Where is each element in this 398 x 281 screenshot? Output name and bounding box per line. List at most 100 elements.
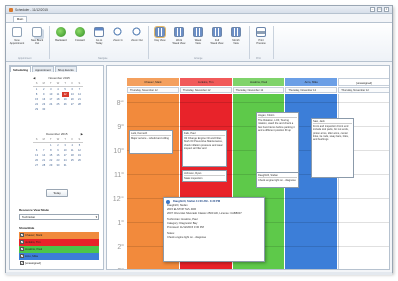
appointment-card[interactable]: Lark, Kenneth Major service - rebuild an… xyxy=(129,130,173,154)
resource-toggle[interactable]: ✓ Hoskins, Paul xyxy=(19,246,99,253)
resource-view-mode-label: Resource View Mode xyxy=(19,208,49,212)
appointment-card[interactable]: Faik, Paul Oil Change Engine Oil and Fil… xyxy=(182,130,227,167)
full-week-view-button[interactable]: Full Week View xyxy=(208,27,226,45)
today-button[interactable]: Today xyxy=(46,189,68,197)
full-week-view-icon xyxy=(212,27,222,37)
resource-toggle[interactable]: ✓ Jenkins, Tim xyxy=(19,239,99,246)
appointment-tooltip: Daughtrill, Stefan 11:00 AM - 3:30 PM Da… xyxy=(163,197,265,262)
resource-name: Chavez, Mark xyxy=(25,233,43,237)
calendar-day[interactable]: 27 xyxy=(33,163,40,168)
zoom-out-button[interactable]: Zoom Out xyxy=(128,27,146,42)
resource-toggle[interactable]: ✓ Chavez, Mark xyxy=(19,232,99,239)
resource-view-mode-select[interactable]: Technician ▾ xyxy=(19,214,99,220)
checkbox[interactable]: ✓ xyxy=(20,247,24,251)
resource-column-header: [unassigned] xyxy=(338,78,389,86)
date-header: Thursday, November 12 xyxy=(232,87,285,93)
new-blockout-button[interactable]: New Block Out xyxy=(28,27,46,45)
window-title: Scheduler - 11/12/2015 xyxy=(15,8,48,12)
group-label-arrange: Arrange xyxy=(194,57,203,60)
week-view-icon xyxy=(193,27,203,37)
resource-name: [unassigned] xyxy=(25,261,41,265)
appointment-card[interactable]: Saw, Jack Front and inspection Front end… xyxy=(311,118,354,178)
forward-button[interactable]: Forward xyxy=(71,27,89,42)
title-bar: Scheduler - 11/12/2015 – □ × xyxy=(6,6,392,14)
close-button[interactable]: × xyxy=(384,7,389,12)
mini-calendar-december: December 2015 ▶ S M T W T F S 1 2 3 4 5 6 7 8 9 10 11 12 13… xyxy=(33,132,83,168)
go-to-today-button[interactable]: Go to Today xyxy=(90,27,108,45)
scheduler-window: Scheduler - 11/12/2015 – □ × Main New Ap… xyxy=(5,5,393,275)
mini-calendar-november: ◀ November 2015 S M T W T F S 1 2 3 4 5 6 7 8 9 10 11 12 13… xyxy=(33,76,83,112)
tab-scheduling[interactable]: Scheduling xyxy=(10,66,32,72)
calendar-day xyxy=(76,163,83,168)
resource-toggle[interactable]: ✓ [unassigned] xyxy=(19,260,99,267)
backward-arrow-icon xyxy=(56,27,66,37)
hour-label: 300 xyxy=(117,268,124,270)
calendar-day[interactable]: 28 xyxy=(40,163,47,168)
appointment-card[interactable]: Johnson, Ryan State inspection xyxy=(182,170,227,182)
week-view-button[interactable]: Week View xyxy=(189,27,207,45)
appointment-card[interactable]: Daughtrill, Stefan Check engine light on… xyxy=(256,172,299,188)
maximize-button[interactable]: □ xyxy=(377,7,382,12)
chevron-down-icon: ▾ xyxy=(95,215,97,219)
info-icon xyxy=(166,200,170,204)
calendar-day[interactable]: 29 xyxy=(47,163,54,168)
print-preview-button[interactable]: Print Preview xyxy=(252,27,270,45)
forward-arrow-icon xyxy=(75,27,85,37)
tab-appointment[interactable]: Appointment xyxy=(32,66,54,72)
hour-label: 200 xyxy=(117,244,124,251)
resource-name: Hoskins, Paul xyxy=(25,247,43,251)
printer-icon xyxy=(256,27,266,37)
resource-column-header: Jenkins, Tim xyxy=(179,78,232,86)
new-blockout-icon xyxy=(32,27,42,37)
hour-gridline xyxy=(127,102,389,103)
resource-column-header: Arco, Mike xyxy=(285,78,338,86)
left-pane: Scheduling Appointment Shop Events ◀ Nov… xyxy=(9,65,104,270)
checkbox[interactable]: ✓ xyxy=(20,261,24,265)
day-view-button[interactable]: Day View xyxy=(151,26,169,42)
calendar-day[interactable]: 29 xyxy=(33,107,40,112)
calendar-day[interactable]: 30 xyxy=(54,163,61,168)
hour-label: 12pm xyxy=(112,196,124,203)
hour-label: 1000 xyxy=(113,148,124,155)
month-view-button[interactable]: Month View xyxy=(227,27,245,45)
group-label-print: Print xyxy=(256,57,261,60)
day-view-icon xyxy=(154,26,166,38)
calendar-day xyxy=(62,107,69,112)
zoom-in-button[interactable]: Zoom In xyxy=(109,27,127,42)
calendar-day[interactable]: 31 xyxy=(62,163,69,168)
calendar-grid: S M T W T F S 1 2 3 4 5 6 7 8 9 10 11 12 13 14 15 16 17 18 19 20 21… xyxy=(33,81,83,112)
calendar-icon xyxy=(94,27,104,37)
appointment-card[interactable]: Hogan, Kristin The Rotation, LOF, Tourin… xyxy=(256,112,299,174)
work-week-view-button[interactable]: Work Week View xyxy=(170,27,188,45)
new-appointment-button[interactable]: New Appointment xyxy=(8,27,26,45)
status-bar xyxy=(6,272,392,275)
new-appointment-icon xyxy=(12,27,22,37)
app-icon xyxy=(9,8,13,12)
hour-label: 100 xyxy=(117,220,124,227)
backward-button[interactable]: Backward xyxy=(52,27,70,42)
calendar-day xyxy=(54,107,61,112)
month-view-icon xyxy=(231,27,241,37)
resource-column-header: Chavez, Mark xyxy=(127,78,179,86)
tab-shop-events[interactable]: Shop Events xyxy=(54,66,77,72)
show-hide-label: Show/Hide xyxy=(19,226,35,230)
date-header: Thursday, November 12 xyxy=(127,87,179,93)
hour-label: 8am xyxy=(116,100,124,107)
group-separator xyxy=(148,26,149,59)
hour-label: 1100 xyxy=(113,172,124,179)
calendar-day[interactable]: 30 xyxy=(40,107,47,112)
group-separator xyxy=(249,26,250,59)
checkbox[interactable]: ✓ xyxy=(20,233,24,237)
date-header: Thursday, November 12 xyxy=(285,87,338,93)
resource-toggle[interactable]: ✓ Arco, Mike xyxy=(19,253,99,260)
resource-column-header: Hoskins, Paul xyxy=(232,78,285,86)
date-header: Thursday, November 12 xyxy=(179,87,232,93)
group-label-navigate: Navigate xyxy=(98,57,108,60)
checkbox[interactable]: ✓ xyxy=(20,240,24,244)
date-header: Thursday, November 12 xyxy=(338,87,389,93)
hour-label: 900 xyxy=(117,124,124,131)
group-separator xyxy=(49,26,50,59)
ribbon: New Appointment New Block Out Appointmen… xyxy=(6,22,392,62)
checkbox[interactable]: ✓ xyxy=(20,254,24,258)
minimize-button[interactable]: – xyxy=(370,7,375,12)
